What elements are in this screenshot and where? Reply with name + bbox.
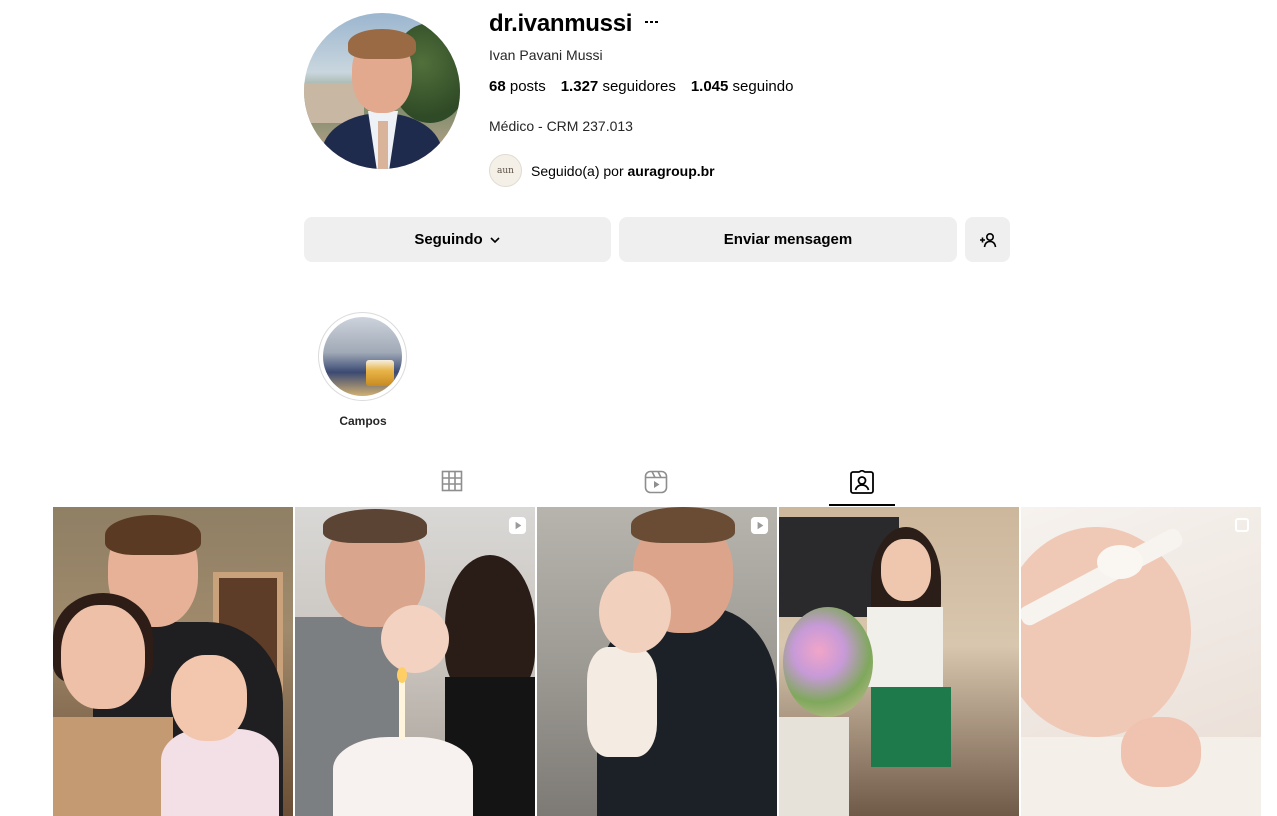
suggest-accounts-button[interactable] xyxy=(965,217,1010,262)
profile-avatar[interactable] xyxy=(304,13,460,169)
tab-posts[interactable] xyxy=(417,466,487,506)
highlight-label: Campos xyxy=(339,414,387,428)
reel-icon xyxy=(750,516,769,535)
post-tile-2[interactable] xyxy=(295,507,535,816)
tagged-icon xyxy=(850,470,874,494)
carousel-icon xyxy=(1235,518,1249,532)
follower-avatar[interactable]: aun xyxy=(489,154,522,187)
followers-stat[interactable]: 1.327 seguidores xyxy=(561,78,676,95)
followed-by[interactable]: aun Seguido(a) por auragroup.br xyxy=(489,154,715,187)
post-grid xyxy=(53,507,1261,816)
following-button[interactable]: Seguindo xyxy=(304,217,611,262)
chevron-down-icon xyxy=(490,236,500,243)
post-tile-4[interactable] xyxy=(779,507,1019,816)
active-tab-indicator xyxy=(829,504,895,506)
profile-username: dr.ivanmussi xyxy=(489,10,633,37)
more-options-icon[interactable] xyxy=(645,19,659,25)
followed-by-account[interactable]: auragroup.br xyxy=(628,163,715,179)
profile-stats: 68 posts 1.327 seguidores 1.045 seguindo xyxy=(489,78,793,95)
post-tile-3[interactable] xyxy=(537,507,777,816)
profile-bio: Médico - CRM 237.013 xyxy=(489,118,633,134)
highlight-item[interactable]: Campos xyxy=(318,312,408,428)
reel-icon xyxy=(508,516,527,535)
highlight-ring xyxy=(318,312,407,401)
tab-tagged[interactable] xyxy=(827,466,897,506)
posts-stat: 68 posts xyxy=(489,78,546,95)
post-tile-5[interactable] xyxy=(1021,507,1261,816)
add-person-icon xyxy=(979,232,996,247)
followed-by-text: Seguido(a) por auragroup.br xyxy=(531,162,715,179)
following-stat[interactable]: 1.045 seguindo xyxy=(691,78,794,95)
highlight-cover xyxy=(323,317,402,396)
send-message-button[interactable]: Enviar mensagem xyxy=(619,217,957,262)
reels-icon xyxy=(644,470,668,494)
profile-full-name: Ivan Pavani Mussi xyxy=(489,47,603,63)
tab-reels[interactable] xyxy=(621,466,691,506)
grid-icon xyxy=(441,470,463,492)
post-tile-1[interactable] xyxy=(53,507,293,816)
